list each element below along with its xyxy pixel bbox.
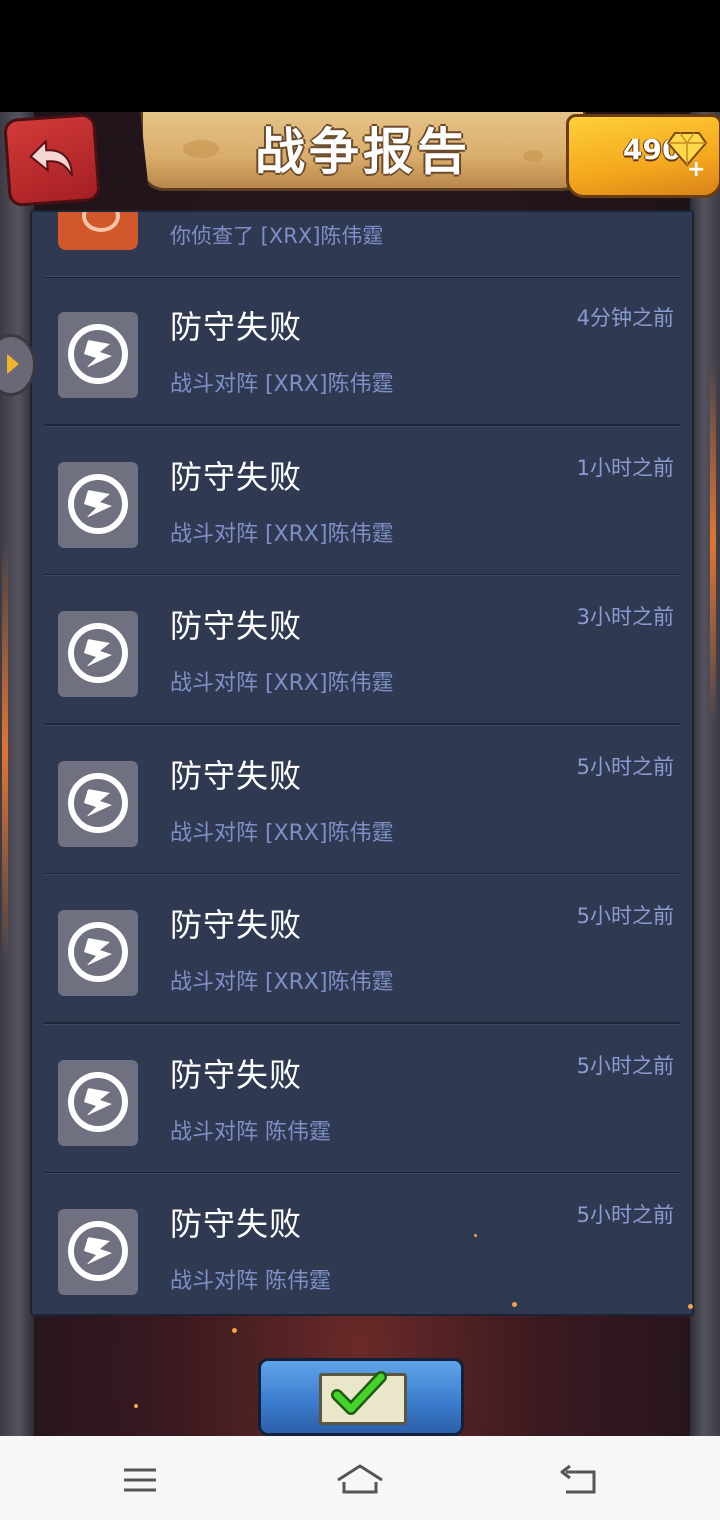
system-navigation-bar bbox=[0, 1436, 720, 1520]
list-item[interactable]: 你侦查了 [XRX]陈伟霆 bbox=[44, 212, 680, 278]
report-time: 4分钟之前 bbox=[576, 306, 674, 330]
report-panel[interactable]: 你侦查了 [XRX]陈伟霆 防守失败 战斗对阵 [XRX]陈伟霆 4分钟之前 防… bbox=[30, 210, 694, 1316]
back-button[interactable] bbox=[3, 112, 101, 208]
report-title: 防守失败 bbox=[170, 607, 303, 645]
back-icon[interactable] bbox=[548, 1460, 608, 1500]
list-item[interactable]: 防守失败 战斗对阵 [XRX]陈伟霆 3小时之前 bbox=[44, 575, 680, 725]
report-time: 3小时之前 bbox=[576, 605, 674, 629]
check-icon bbox=[331, 1371, 387, 1415]
broken-shield-icon bbox=[58, 910, 138, 996]
report-time: 1小时之前 bbox=[576, 456, 674, 480]
chevron-right-icon bbox=[7, 354, 19, 374]
broken-shield-icon bbox=[58, 761, 138, 847]
report-time: 5小时之前 bbox=[576, 755, 674, 779]
menu-icon[interactable] bbox=[110, 1460, 170, 1500]
title-banner: 战争报告 bbox=[140, 112, 586, 191]
list-item[interactable]: 防守失败 战斗对阵 [XRX]陈伟霆 5小时之前 bbox=[44, 874, 680, 1024]
list-item[interactable]: 防守失败 战斗对阵 陈伟霆 5小时之前 bbox=[44, 1024, 680, 1174]
add-gems-icon[interactable]: + bbox=[687, 157, 705, 182]
report-subtitle: 战斗对阵 [XRX]陈伟霆 bbox=[170, 970, 394, 995]
report-time: 5小时之前 bbox=[576, 1203, 674, 1227]
report-title: 防守失败 bbox=[170, 757, 303, 795]
report-title: 防守失败 bbox=[170, 1205, 303, 1243]
list-item[interactable]: 防守失败 战斗对阵 [XRX]陈伟霆 4分钟之前 bbox=[44, 276, 680, 426]
report-subtitle: 你侦查了 [XRX]陈伟霆 bbox=[170, 224, 384, 248]
report-title: 防守失败 bbox=[170, 906, 303, 944]
report-time: 5小时之前 bbox=[576, 904, 674, 928]
back-arrow-icon bbox=[29, 139, 74, 177]
game-screen: 你侦查了 [XRX]陈伟霆 防守失败 战斗对阵 [XRX]陈伟霆 4分钟之前 防… bbox=[0, 112, 720, 1436]
confirm-read-all-button[interactable] bbox=[258, 1358, 464, 1436]
broken-shield-icon bbox=[58, 462, 138, 548]
broken-shield-icon bbox=[58, 1209, 138, 1295]
report-subtitle: 战斗对阵 [XRX]陈伟霆 bbox=[170, 671, 394, 696]
report-subtitle: 战斗对阵 陈伟霆 bbox=[170, 1120, 331, 1145]
report-title: 防守失败 bbox=[170, 308, 303, 346]
report-subtitle: 战斗对阵 [XRX]陈伟霆 bbox=[170, 522, 394, 547]
report-subtitle: 战斗对阵 陈伟霆 bbox=[170, 1269, 331, 1294]
status-bar bbox=[0, 0, 720, 112]
broken-shield-icon bbox=[58, 312, 138, 398]
report-subtitle: 战斗对阵 [XRX]陈伟霆 bbox=[170, 372, 394, 397]
broken-shield-icon bbox=[58, 1060, 138, 1146]
report-title: 防守失败 bbox=[170, 1056, 303, 1094]
rock-frame-right bbox=[690, 112, 720, 1436]
report-time: 5小时之前 bbox=[576, 1054, 674, 1078]
lava-glow-right bbox=[710, 362, 716, 722]
lava-glow-left bbox=[2, 542, 8, 962]
report-subtitle: 战斗对阵 [XRX]陈伟霆 bbox=[170, 821, 394, 846]
report-title: 防守失败 bbox=[170, 458, 303, 496]
list-item[interactable]: 防守失败 战斗对阵 [XRX]陈伟霆 1小时之前 bbox=[44, 426, 680, 576]
home-icon[interactable] bbox=[330, 1460, 390, 1500]
list-item[interactable]: 防守失败 战斗对阵 [XRX]陈伟霆 5小时之前 bbox=[44, 725, 680, 875]
list-item[interactable]: 防守失败 战斗对阵 陈伟霆 5小时之前 bbox=[44, 1173, 680, 1314]
gem-counter[interactable]: 490 + bbox=[566, 114, 720, 198]
scout-icon bbox=[58, 212, 138, 250]
broken-shield-icon bbox=[58, 611, 138, 697]
page-title: 战争报告 bbox=[255, 123, 471, 181]
